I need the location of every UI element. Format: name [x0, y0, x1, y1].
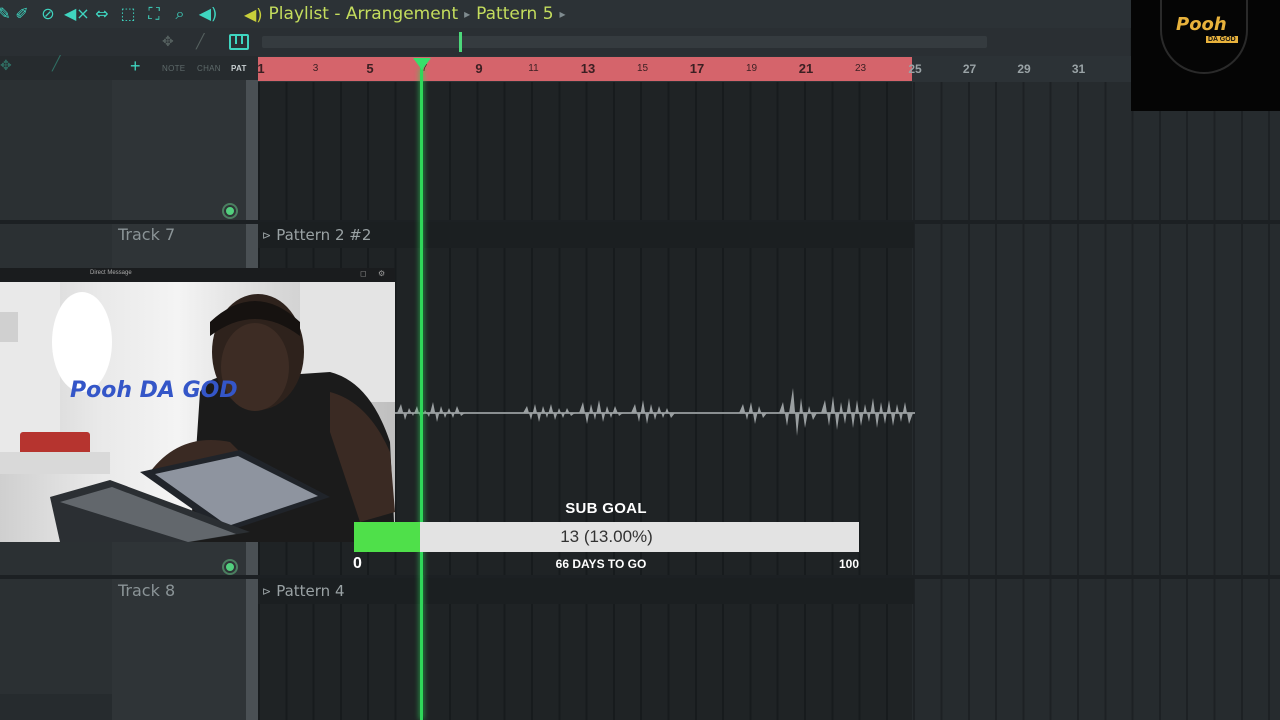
track-7-label[interactable]: Track 7 — [118, 225, 175, 244]
webcam-window-bar[interactable] — [0, 268, 395, 282]
breadcrumb-playlist[interactable]: Playlist - Arrangement — [269, 4, 459, 24]
ruler-tick-17: 17 — [689, 61, 705, 76]
popout-icon[interactable]: ◻ — [360, 269, 367, 278]
ruler-tick-3: 3 — [312, 63, 319, 74]
clip-menu-icon[interactable]: ⊳ — [262, 229, 271, 242]
breadcrumb-pattern[interactable]: Pattern 5 — [476, 4, 553, 24]
webcam-watermark: Pooh DA GOD — [70, 378, 238, 403]
pat-mode-label[interactable]: PAT — [231, 64, 247, 73]
daw-screen: ✎ ✐ ⊘ ◀× ⇔ ⬚ ⛶ ⌕ ◀) ◀) Playlist - Arrang… — [0, 0, 1280, 720]
playback-icon[interactable]: ◀) — [244, 5, 263, 24]
clip-name: Pattern 2 #2 — [276, 226, 372, 244]
sub-goal-progress-bar: 13 (13.00%) — [354, 522, 859, 552]
snap-icon[interactable]: ✥ — [162, 34, 174, 50]
slip-icon[interactable]: ⇔ — [92, 5, 112, 23]
ruler-tick-25: 25 — [908, 62, 922, 76]
channel-rack-preview — [0, 80, 112, 270]
note-mode-label[interactable]: NOTE — [162, 64, 185, 73]
clip-name: Pattern 4 — [276, 582, 345, 600]
pencil-icon[interactable]: ╱ — [196, 34, 204, 50]
speaker-icon[interactable]: ◀) — [198, 5, 218, 23]
webcam-window-title: Direct Message — [90, 270, 132, 276]
ruler-tick-23: 23 — [854, 63, 867, 74]
ruler-tick-27: 27 — [962, 62, 977, 76]
handle-icon[interactable]: ✥ — [0, 58, 12, 74]
track-7-active-dot[interactable] — [224, 561, 236, 573]
ruler-tick-11: 11 — [528, 63, 539, 74]
ruler-tick-1: 1 — [257, 61, 265, 76]
paint-icon[interactable]: ✐ — [12, 5, 32, 23]
playhead-line[interactable] — [420, 68, 423, 720]
ruler-tick-15: 15 — [636, 63, 649, 74]
fit-icon[interactable]: ⛶ — [144, 5, 164, 23]
ruler-tick-29: 29 — [1017, 62, 1031, 76]
mute-icon[interactable]: ⊘ — [38, 5, 58, 23]
logo-name: Pooh — [1176, 14, 1227, 35]
settings-icon[interactable]: ⚙ — [378, 269, 385, 278]
track-6-color-bar — [246, 80, 258, 220]
zoom-icon[interactable]: ⌕ — [170, 5, 190, 23]
add-track-icon[interactable]: + — [130, 56, 141, 77]
ruler-tick-21: 21 — [798, 61, 814, 76]
clip-pattern-4[interactable]: ⊳ Pattern 4 — [258, 578, 914, 604]
scroll-position-marker — [459, 32, 462, 52]
horizontal-scrollbar[interactable] — [262, 36, 987, 48]
ruler-tick-5: 5 — [366, 61, 374, 76]
ruler-tick-19: 19 — [745, 63, 758, 74]
track-6-active-dot[interactable] — [224, 205, 236, 217]
breadcrumb-separator-icon: ▸ — [464, 7, 471, 21]
sub-goal-days-left: 66 DAYS TO GO — [555, 557, 647, 571]
clip-menu-icon[interactable]: ⊳ — [262, 585, 271, 598]
chan-mode-label[interactable]: CHAN — [197, 64, 221, 73]
sub-goal-max: 100 — [839, 557, 860, 571]
ruler-tick-9: 9 — [475, 61, 483, 76]
piano-icon[interactable] — [229, 34, 249, 50]
webcam-scene: Pooh DA GOD — [0, 282, 395, 542]
clip-pattern-2-2[interactable]: ⊳ Pattern 2 #2 — [258, 222, 914, 248]
playhead-marker[interactable] — [413, 58, 431, 70]
channel-rack-lower — [0, 542, 112, 694]
playlist-toolbar: ✎ ✐ ⊘ ◀× ⇔ ⬚ ⛶ ⌕ ◀) ◀) Playlist - Arrang… — [0, 0, 1280, 28]
breadcrumb-next-icon[interactable]: ▸ — [560, 7, 566, 21]
sub-goal-progress-text: 13 (13.00%) — [560, 527, 653, 546]
select-icon[interactable]: ⬚ — [118, 5, 138, 23]
sub-goal-title: SUB GOAL — [565, 500, 647, 517]
logo-tagline: DA GOD — [1206, 36, 1238, 43]
sub-goal-min: 0 — [353, 555, 362, 572]
ruler-tick-13: 13 — [580, 61, 596, 76]
breadcrumb: ◀) Playlist - Arrangement ▸ Pattern 5 ▸ — [244, 3, 566, 25]
wand-icon[interactable]: ╱ — [52, 56, 60, 72]
audio-waveform — [395, 388, 915, 436]
track-8-label[interactable]: Track 8 — [118, 581, 175, 600]
webcam-feed: Pooh DA GOD — [0, 282, 395, 542]
ruler-tick-31: 31 — [1071, 62, 1086, 76]
speaker-mute-icon[interactable]: ◀× — [64, 5, 90, 23]
